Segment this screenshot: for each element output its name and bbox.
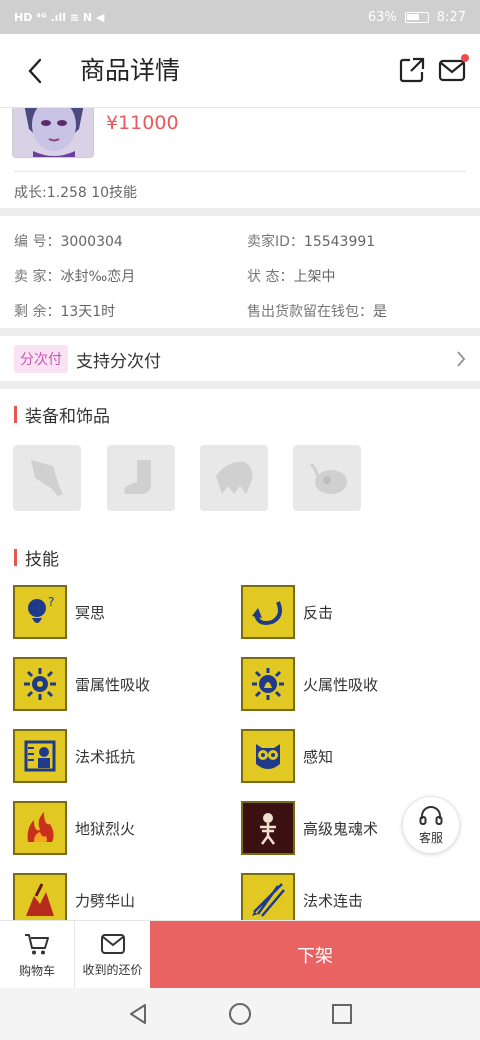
skill-item[interactable]: 雷属性吸收 bbox=[13, 657, 150, 711]
equip-slot-accessory[interactable] bbox=[293, 445, 361, 511]
page-title: 商品详情 bbox=[80, 56, 181, 85]
cart-button[interactable]: 购物车 bbox=[0, 921, 75, 989]
equip-slot-armor[interactable] bbox=[200, 445, 268, 511]
nav-home-icon[interactable] bbox=[228, 1002, 252, 1026]
equip-slot-weapon[interactable] bbox=[13, 445, 81, 511]
share-icon bbox=[399, 57, 425, 83]
nav-recents-icon[interactable] bbox=[330, 1002, 354, 1026]
skill-item[interactable]: 法术连击 bbox=[241, 873, 363, 920]
skill-item[interactable]: 火属性吸收 bbox=[241, 657, 378, 711]
share-button[interactable] bbox=[398, 56, 428, 86]
armor-icon bbox=[216, 461, 253, 494]
delist-button[interactable]: 下架 bbox=[150, 921, 480, 989]
spell-resist-icon bbox=[13, 729, 67, 783]
skill-item[interactable]: 力劈华山 bbox=[13, 873, 135, 920]
boot-icon bbox=[124, 460, 151, 494]
pet-avatar[interactable] bbox=[12, 108, 94, 158]
section-gap bbox=[0, 328, 480, 336]
info-wallet: 售出货款留在钱包：是 bbox=[247, 304, 387, 320]
counterattack-icon bbox=[241, 585, 295, 639]
installment-row[interactable]: 分次付 支持分次付 bbox=[0, 337, 480, 381]
customer-service-label: 客服 bbox=[418, 830, 443, 845]
installment-text: 支持分次付 bbox=[76, 351, 161, 372]
info-remaining: 剩 余：13天1时 bbox=[14, 304, 116, 320]
skill-item[interactable]: 高级鬼魂术 bbox=[241, 801, 378, 855]
info-status: 状 态：上架中 bbox=[247, 269, 336, 285]
status-bar: HD ⁴ᴳ .ıll ≋ N ◀ 63% 8:27 bbox=[0, 0, 480, 34]
info-seller: 卖 家：冰封‰恋月 bbox=[14, 269, 136, 285]
thunder-absorb-icon bbox=[13, 657, 67, 711]
headset-icon bbox=[419, 805, 443, 825]
clock: 8:27 bbox=[436, 9, 466, 25]
installment-tag: 分次付 bbox=[14, 345, 68, 373]
customer-service-button[interactable]: 客服 bbox=[402, 796, 460, 854]
item-price: ¥11000 bbox=[106, 112, 179, 134]
sword-icon bbox=[31, 460, 63, 496]
section-gap bbox=[0, 208, 480, 216]
equip-slot-boots[interactable] bbox=[107, 445, 175, 511]
skill-item[interactable]: 法术抵抗 bbox=[13, 729, 135, 783]
unread-dot bbox=[461, 54, 469, 62]
pouch-icon bbox=[309, 462, 347, 494]
skill-item[interactable]: 反击 bbox=[241, 585, 333, 639]
equipment-section-title: 装备和饰品 bbox=[14, 402, 110, 427]
divider bbox=[14, 171, 466, 172]
bottom-bar: 购物车 收到的还价 下架 bbox=[0, 920, 480, 989]
skill-item[interactable]: 感知 bbox=[241, 729, 333, 783]
skill-item[interactable]: ? 冥思 bbox=[13, 585, 105, 639]
header: 商品详情 bbox=[0, 34, 480, 108]
spell-combo-icon bbox=[241, 873, 295, 920]
svg-text:?: ? bbox=[48, 595, 54, 609]
meditation-icon: ? bbox=[13, 585, 67, 639]
ghost-skeleton-icon bbox=[241, 801, 295, 855]
skill-item[interactable]: 地狱烈火 bbox=[13, 801, 135, 855]
fire-absorb-icon bbox=[241, 657, 295, 711]
offers-button[interactable]: 收到的还价 bbox=[75, 921, 150, 989]
owl-perception-icon bbox=[241, 729, 295, 783]
character-portrait-icon bbox=[13, 108, 93, 157]
info-seller-id: 卖家ID：15543991 bbox=[247, 234, 376, 250]
back-button[interactable] bbox=[20, 54, 50, 88]
offers-label: 收到的还价 bbox=[82, 962, 143, 977]
nav-back-icon[interactable] bbox=[126, 1002, 150, 1026]
cart-label: 购物车 bbox=[18, 963, 55, 978]
system-nav-bar bbox=[0, 988, 480, 1040]
info-id: 编 号：3000304 bbox=[14, 234, 123, 250]
battery-percent: 63% bbox=[367, 9, 397, 25]
chevron-left-icon bbox=[28, 58, 42, 84]
section-gap bbox=[0, 381, 480, 389]
envelope-icon bbox=[100, 933, 125, 954]
growth-summary: 成长:1.258 10技能 bbox=[14, 185, 138, 201]
hellfire-icon bbox=[13, 801, 67, 855]
mountain-split-icon bbox=[13, 873, 67, 920]
battery-icon bbox=[404, 11, 429, 23]
skills-section-title: 技能 bbox=[14, 545, 59, 570]
status-icons: HD ⁴ᴳ .ıll ≋ N ◀ bbox=[14, 10, 105, 24]
content-scroll[interactable]: ¥11000 成长:1.258 10技能 编 号：3000304 卖家ID：15… bbox=[0, 108, 480, 920]
chevron-right-icon bbox=[457, 351, 466, 367]
cart-icon bbox=[25, 933, 49, 954]
